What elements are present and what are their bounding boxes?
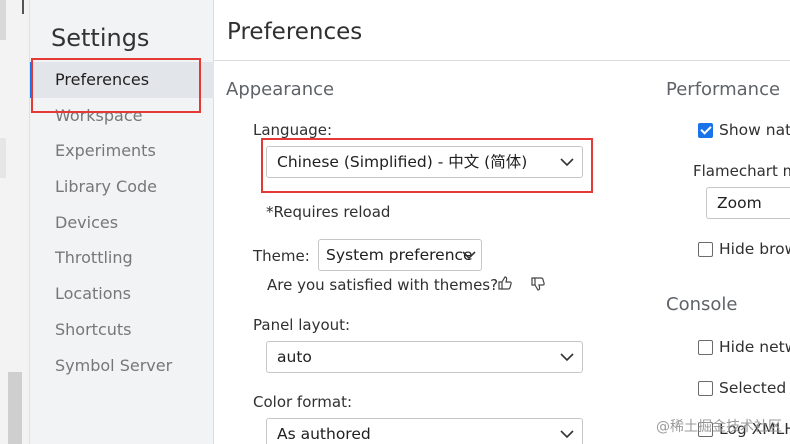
chevron-down-icon xyxy=(462,251,476,260)
title-divider xyxy=(214,60,790,61)
hide-browser-checkbox-row[interactable]: Hide brow xyxy=(698,240,790,258)
hide-network-label: Hide netw xyxy=(719,338,790,356)
sidebar-item-library-code[interactable]: Library Code xyxy=(30,169,214,205)
theme-feedback-text: Are you satisfied with themes? xyxy=(267,276,499,294)
flamechart-select[interactable]: Zoom xyxy=(706,187,790,219)
edge-arrow-mark xyxy=(22,0,24,14)
flamechart-label: Flamechart m xyxy=(693,162,790,180)
chevron-down-icon xyxy=(560,353,574,362)
thumbs-down-icon[interactable] xyxy=(530,276,546,292)
thumbs-up-icon[interactable] xyxy=(497,275,513,291)
hide-network-checkbox-row[interactable]: Hide netw xyxy=(698,338,790,356)
sidebar-item-symbol-server[interactable]: Symbol Server xyxy=(30,348,214,384)
flamechart-select-value: Zoom xyxy=(717,194,762,212)
sidebar-item-workspace[interactable]: Workspace xyxy=(30,98,214,134)
sidebar-item-throttling[interactable]: Throttling xyxy=(30,240,214,276)
devtools-edge-strip xyxy=(0,0,30,444)
color-format-label: Color format: xyxy=(253,393,353,411)
sidebar-list: Preferences Workspace Experiments Librar… xyxy=(30,62,214,383)
selected-context-label: Selected c xyxy=(719,379,790,397)
sidebar-item-preferences[interactable]: Preferences xyxy=(30,62,214,98)
theme-label: Theme: xyxy=(253,247,310,265)
page-title: Preferences xyxy=(227,19,363,45)
color-format-select-value: As authored xyxy=(277,425,371,443)
chevron-down-icon xyxy=(560,158,574,167)
edge-top-mark xyxy=(0,0,6,40)
color-format-select[interactable]: As authored xyxy=(266,418,583,444)
checkbox-icon[interactable] xyxy=(698,380,713,396)
language-select[interactable]: Chinese (Simplified) - 中文 (简体) xyxy=(266,146,583,178)
selected-context-checkbox-row[interactable]: Selected c xyxy=(698,379,790,397)
settings-sidebar: Settings Preferences Workspace Experimen… xyxy=(30,0,214,444)
section-title-appearance: Appearance xyxy=(226,79,335,100)
requires-reload-note: *Requires reload xyxy=(266,203,391,221)
show-native-checkbox-row[interactable]: Show nati xyxy=(698,121,790,139)
sidebar-item-experiments[interactable]: Experiments xyxy=(30,133,214,169)
sidebar-title: Settings xyxy=(51,24,150,52)
checkbox-icon[interactable] xyxy=(698,241,713,257)
section-title-console: Console xyxy=(666,294,738,315)
panel-layout-select-value: auto xyxy=(277,348,312,366)
sidebar-item-devices[interactable]: Devices xyxy=(30,205,214,241)
checkbox-icon[interactable] xyxy=(698,339,713,355)
sidebar-item-locations[interactable]: Locations xyxy=(30,276,214,312)
sidebar-item-shortcuts[interactable]: Shortcuts xyxy=(30,312,214,348)
panel-layout-label: Panel layout: xyxy=(253,316,351,334)
preferences-panel: Preferences Appearance Language: Chinese… xyxy=(214,0,790,444)
show-native-label: Show nati xyxy=(719,121,790,139)
theme-select[interactable]: System preference xyxy=(318,239,482,271)
chevron-down-icon xyxy=(560,430,574,439)
watermark: @稀土掘金技术社区 xyxy=(656,419,782,435)
theme-select-value: System preference xyxy=(326,246,473,264)
panel-layout-select[interactable]: auto xyxy=(266,341,583,373)
language-select-value: Chinese (Simplified) - 中文 (简体) xyxy=(277,153,528,171)
scrollbar-thumb[interactable] xyxy=(8,372,22,444)
section-title-performance: Performance xyxy=(666,79,781,100)
checkbox-icon[interactable] xyxy=(698,122,713,138)
hide-browser-label: Hide brow xyxy=(719,240,790,258)
edge-mid-mark xyxy=(0,138,6,178)
language-label: Language: xyxy=(253,121,333,139)
